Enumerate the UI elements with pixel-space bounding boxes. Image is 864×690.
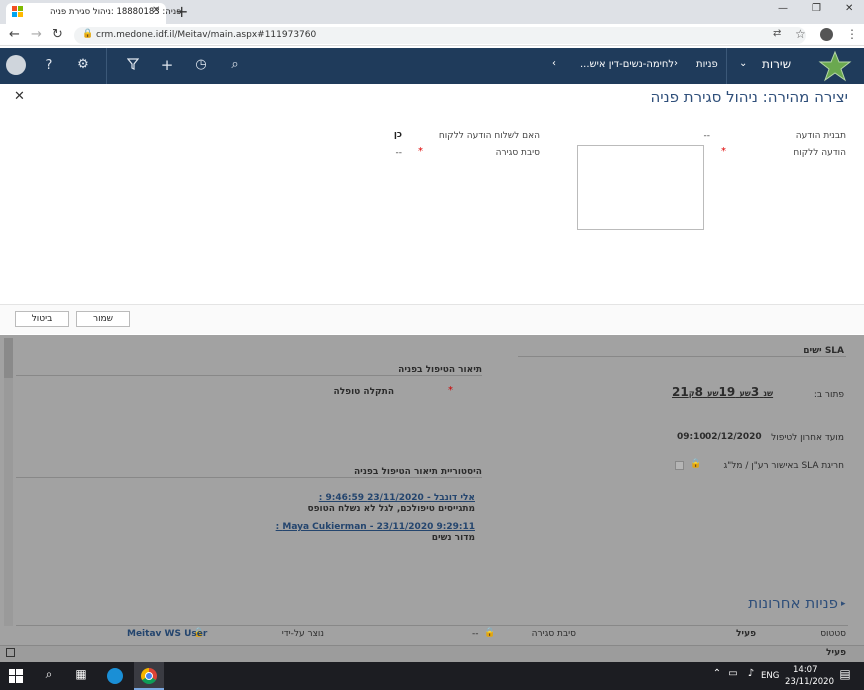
clock-time[interactable]: 14:07 <box>793 665 818 675</box>
chrome-logo-center <box>145 672 153 680</box>
language-indicator[interactable]: ENG <box>761 671 779 681</box>
url-text: crm.medone.idf.il/Meitav/main.aspx#11197… <box>96 30 317 40</box>
bookmark-star-icon[interactable]: ☆ <box>795 27 806 41</box>
history-header: היסטוריית תיאור הטיפול בפניה <box>354 467 482 477</box>
window-close-button[interactable]: ✕ <box>845 3 853 14</box>
nav-separator-2 <box>726 48 727 84</box>
solved-label: פתור ב: <box>813 390 844 400</box>
maximize-button[interactable]: ❐ <box>812 3 821 14</box>
sla-header-line <box>518 356 846 357</box>
cancel-button[interactable]: ביטול <box>15 311 69 327</box>
status-bar-text: פעיל <box>825 648 846 658</box>
tab-close-icon[interactable]: ✕ <box>152 5 160 16</box>
history-entry-1-text: מתגייסים טיפולכם, לגל לא נשלח הטופס <box>307 504 475 514</box>
area-dropdown-chevron-icon[interactable]: ⌄ <box>739 58 747 69</box>
form-scrollbar-thumb[interactable] <box>4 338 13 378</box>
profile-icon[interactable] <box>820 28 833 41</box>
task-view-icon[interactable]: ▦ <box>70 667 92 681</box>
message-required-mark: * <box>721 146 726 157</box>
recent-history-icon[interactable]: ◷ <box>190 57 212 72</box>
treatment-header: תיאור הטיפול בפניה <box>398 365 482 375</box>
reason-value[interactable]: -- <box>340 148 403 158</box>
sla-header: SLA ישים <box>803 346 844 356</box>
history-header-line <box>16 477 482 478</box>
sla-timer-extra: 8 <box>694 385 703 399</box>
history-entry-2-link[interactable]: Maya Cukierman - 23/11/2020 9:29:11 : <box>250 522 475 532</box>
clock-date[interactable]: 23/11/2020 <box>785 677 834 687</box>
treatment-header-line <box>16 375 482 376</box>
taskbar-search-icon[interactable]: ⌕ <box>38 667 60 682</box>
bottom-row-line <box>16 625 848 626</box>
translate-icon[interactable]: ⇄ <box>773 28 781 39</box>
forward-icon[interactable]: → <box>31 27 42 42</box>
sla-timer-minutes-unit: שנ <box>763 389 774 398</box>
back-icon[interactable]: ← <box>9 27 20 42</box>
breadcrumb-chevron: › <box>674 58 678 69</box>
tab-title: פניה: 18880183 :ניהול סגירת פניה <box>50 7 182 17</box>
user-avatar[interactable] <box>6 55 26 75</box>
windows-start-icon[interactable] <box>9 669 23 683</box>
filter-icon[interactable] <box>122 58 144 74</box>
bottom-reason-value[interactable]: -- <box>472 629 479 639</box>
message-textarea[interactable] <box>577 145 704 230</box>
sla-violation-checkbox[interactable] <box>675 461 684 470</box>
form-scrollbar[interactable] <box>4 338 13 626</box>
bottom-reason-lock-icon: 🔒 <box>484 628 496 638</box>
created-by-value[interactable]: Meitav WS User <box>127 629 207 639</box>
notification-icon[interactable]: ▤ <box>834 667 856 681</box>
breadcrumb-cases[interactable]: פניות <box>696 59 718 70</box>
send-value[interactable]: כן <box>340 130 402 140</box>
sla-timer-hours: 3 <box>750 385 760 399</box>
dialog-title: יצירה מהירה: ניהול סגירת פניה <box>650 88 848 106</box>
status-value[interactable]: פעיל <box>700 629 756 639</box>
dialog-close-button[interactable]: ✕ <box>14 89 25 104</box>
idf-logo-icon <box>818 50 852 82</box>
search-icon[interactable]: ⌕ <box>224 57 246 72</box>
recent-cases-expand-icon[interactable]: ▸ <box>841 599 846 609</box>
app-area-name[interactable]: שירות <box>762 57 791 71</box>
reload-icon[interactable]: ↻ <box>52 27 63 42</box>
history-entry-2-text: מדור נשים <box>431 533 475 543</box>
treatment-required-mark: * <box>448 385 453 396</box>
breadcrumb-case[interactable]: לחימה-נשים-דין איש... <box>580 59 674 70</box>
save-button[interactable]: שמור <box>76 311 130 327</box>
treatment-value[interactable]: התקלה טופלה <box>300 387 394 397</box>
template-value[interactable]: -- <box>640 131 711 141</box>
recent-cases-header[interactable]: פניות אחרונות <box>700 594 838 612</box>
create-plus-icon[interactable]: + <box>156 56 178 74</box>
template-label: תבנית הודעה <box>795 131 846 141</box>
sla-timer-minutes: 21 <box>672 385 689 399</box>
volume-icon[interactable]: ♪ <box>740 668 762 679</box>
lock-icon[interactable]: 🔒 <box>82 29 93 39</box>
send-label: האם לשלוח הודעה ללקוח <box>438 131 540 141</box>
sla-violation-label: חריגת SLA באישור רע"ן / מל"ג <box>723 461 844 471</box>
status-label: סטטוס <box>820 629 846 639</box>
message-label: הודעה ללקוח <box>793 148 846 158</box>
history-entry-1-link[interactable]: אלי דונבל - 23/11/2020 9:46:59 : <box>250 493 475 503</box>
created-by-label: נוצר על-ידי <box>281 629 324 639</box>
quick-create-dialog <box>0 84 864 334</box>
sla-timer-days: 19 <box>718 385 736 399</box>
last-date-time[interactable]: 09:10 <box>677 432 706 442</box>
minimize-button[interactable]: — <box>778 3 788 14</box>
sla-timer: 21 שנ 3שע 19שע 8ק <box>672 385 773 399</box>
sla-timer-hours-unit: שע <box>739 389 751 398</box>
nav-separator <box>106 48 107 84</box>
sla-violation-lock-icon: 🔒 <box>690 459 702 469</box>
settings-gear-icon[interactable]: ⚙ <box>72 57 94 72</box>
browser-menu-icon[interactable]: ⋮ <box>846 27 858 41</box>
reason-required-mark: * <box>418 146 423 157</box>
sla-timer-days-unit: שע <box>707 389 719 398</box>
status-bar <box>0 645 864 662</box>
help-icon[interactable]: ? <box>38 58 60 73</box>
bottom-reason-label: סיבת סגירה <box>531 629 576 639</box>
new-tab-button[interactable]: + <box>175 2 188 21</box>
nav-chevron[interactable]: ‹ <box>552 58 556 69</box>
ms-logo-icon <box>12 6 23 17</box>
edge-browser-icon[interactable] <box>107 668 123 684</box>
last-date-date[interactable]: 02/12/2020 <box>705 432 762 442</box>
status-bar-save-icon[interactable] <box>6 648 15 657</box>
